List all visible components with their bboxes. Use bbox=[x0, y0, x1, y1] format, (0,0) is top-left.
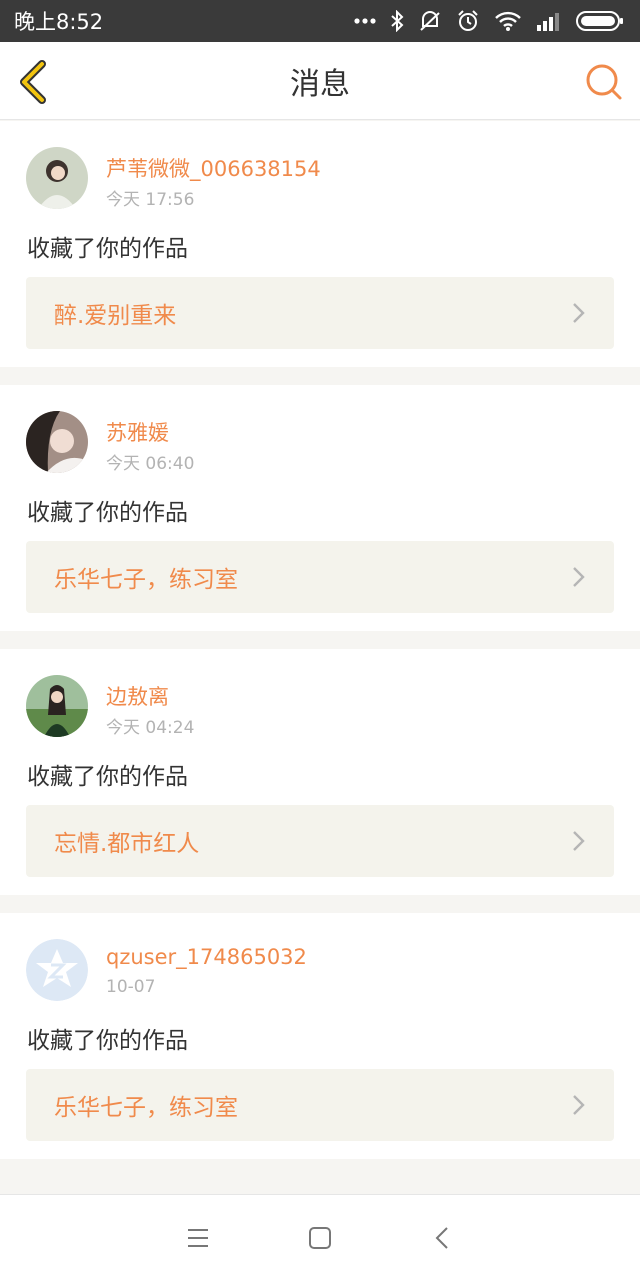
back-arrow-icon bbox=[435, 1226, 448, 1249]
message-card: 边敖离 今天 04:24 收藏了你的作品 忘情.都市红人 bbox=[0, 649, 640, 895]
search-button[interactable] bbox=[584, 62, 624, 102]
wifi-icon bbox=[494, 10, 522, 32]
bluetooth-icon bbox=[390, 10, 404, 32]
message-time: 今天 06:40 bbox=[106, 454, 195, 474]
status-icons bbox=[354, 9, 624, 33]
chevron-right-icon bbox=[573, 303, 585, 323]
status-bar: 晚上8:52 bbox=[0, 0, 640, 42]
message-time: 10-07 bbox=[106, 977, 156, 997]
chevron-right-icon bbox=[573, 567, 585, 587]
message-card: 芦苇微微_006638154 今天 17:56 收藏了你的作品 醉.爱别重来 bbox=[0, 121, 640, 367]
qq-default-avatar-icon bbox=[26, 939, 88, 1001]
chevron-left-icon bbox=[20, 60, 46, 104]
search-icon bbox=[586, 64, 622, 100]
avatar[interactable] bbox=[26, 147, 88, 209]
avatar[interactable] bbox=[26, 411, 88, 473]
work-title: 乐华七子，练习室 bbox=[54, 567, 238, 593]
avatar[interactable] bbox=[26, 675, 88, 737]
menu-button[interactable] bbox=[182, 1222, 214, 1254]
more-dots-icon bbox=[354, 18, 376, 24]
username-link[interactable]: 苏雅媛 bbox=[106, 417, 169, 447]
back-button[interactable] bbox=[16, 58, 52, 106]
battery-icon bbox=[576, 10, 624, 32]
username-link[interactable]: 边敖离 bbox=[106, 681, 169, 711]
mute-icon bbox=[418, 10, 442, 32]
home-square-icon bbox=[309, 1226, 331, 1249]
message-action: 收藏了你的作品 bbox=[27, 500, 188, 526]
work-link[interactable]: 乐华七子，练习室 bbox=[26, 1069, 614, 1141]
message-card: qzuser_174865032 10-07 收藏了你的作品 乐华七子，练习室 bbox=[0, 913, 640, 1159]
avatar[interactable] bbox=[26, 939, 88, 1001]
work-title: 忘情.都市红人 bbox=[54, 831, 200, 857]
message-action: 收藏了你的作品 bbox=[27, 764, 188, 790]
username-link[interactable]: 芦苇微微_006638154 bbox=[106, 153, 321, 183]
work-link[interactable]: 乐华七子，练习室 bbox=[26, 541, 614, 613]
chevron-right-icon bbox=[573, 831, 585, 851]
header-bar: 消息 bbox=[0, 42, 640, 120]
message-list: 芦苇微微_006638154 今天 17:56 收藏了你的作品 醉.爱别重来 苏… bbox=[0, 121, 640, 1177]
system-nav-bar bbox=[0, 1194, 640, 1280]
alarm-icon bbox=[456, 9, 480, 33]
menu-icon bbox=[188, 1228, 208, 1247]
chevron-right-icon bbox=[573, 1095, 585, 1115]
message-card: 苏雅媛 今天 06:40 收藏了你的作品 乐华七子，练习室 bbox=[0, 385, 640, 631]
page-title: 消息 bbox=[290, 66, 350, 102]
work-link[interactable]: 醉.爱别重来 bbox=[26, 277, 614, 349]
work-link[interactable]: 忘情.都市红人 bbox=[26, 805, 614, 877]
signal-icon bbox=[536, 11, 562, 31]
work-title: 醉.爱别重来 bbox=[54, 303, 177, 329]
work-title: 乐华七子，练习室 bbox=[54, 1095, 238, 1121]
system-back-button[interactable] bbox=[426, 1222, 458, 1254]
message-action: 收藏了你的作品 bbox=[27, 1028, 188, 1054]
username-link[interactable]: qzuser_174865032 bbox=[106, 945, 307, 969]
message-time: 今天 04:24 bbox=[106, 718, 195, 738]
home-button[interactable] bbox=[304, 1222, 336, 1254]
message-time: 今天 17:56 bbox=[106, 190, 195, 210]
message-action: 收藏了你的作品 bbox=[27, 236, 188, 262]
status-time: 晚上8:52 bbox=[14, 10, 104, 34]
